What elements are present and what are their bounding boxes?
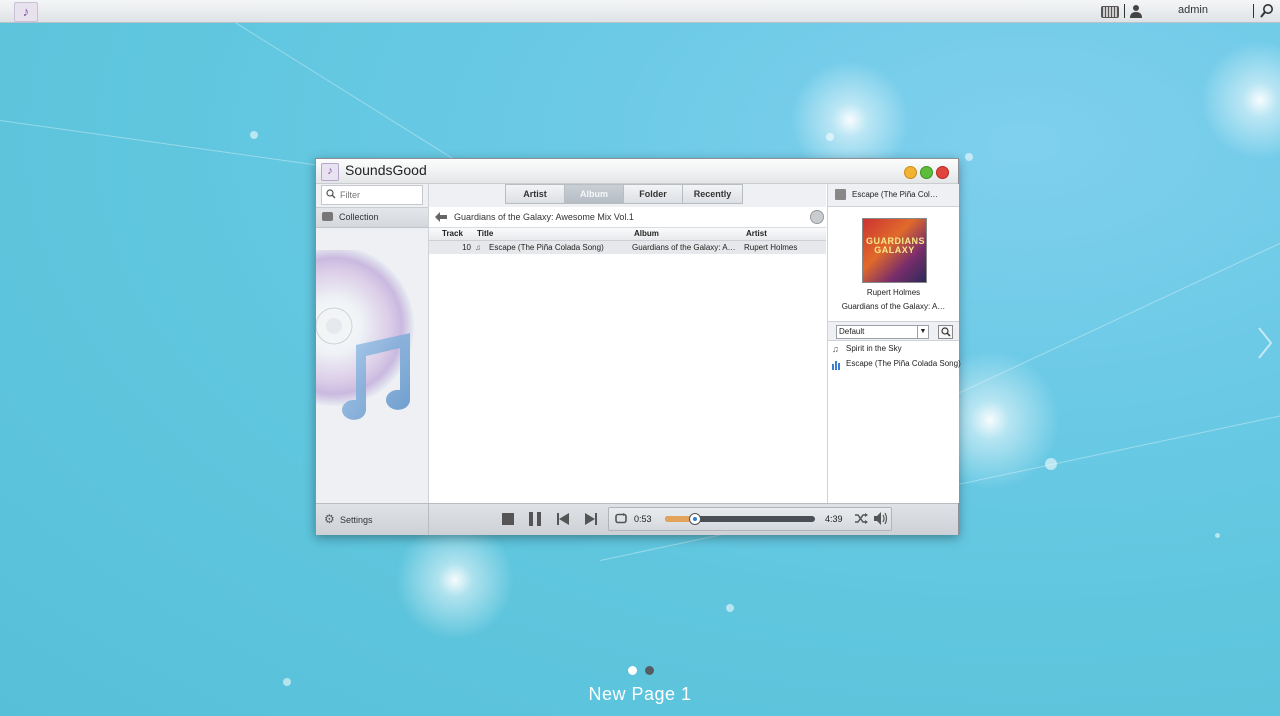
page-dot-1[interactable] [628, 666, 637, 675]
album-cover-text: GUARDIANS GALAXY [866, 236, 926, 255]
next-page-arrow-icon[interactable] [1255, 326, 1273, 360]
playlist-item-title: Escape (The Piña Colada Song) [846, 359, 961, 368]
column-header-track[interactable]: Track [442, 228, 470, 240]
gear-icon: ⚙ [324, 512, 335, 526]
table-row[interactable]: 10 ♫ Escape (The Piña Colada Song) Guard… [429, 241, 826, 254]
now-playing-title: Escape (The Piña Col… [852, 190, 938, 199]
tab-folder[interactable]: Folder [623, 184, 683, 204]
column-header-title[interactable]: Title [477, 228, 627, 240]
settings-label: Settings [340, 515, 373, 525]
next-track-button[interactable] [584, 512, 598, 526]
sidebar-item-label: Collection [339, 212, 379, 222]
music-file-icon [835, 189, 846, 200]
music-note-icon: ♫ [475, 243, 481, 252]
tab-recently[interactable]: Recently [682, 184, 743, 204]
column-header-artist[interactable]: Artist [746, 228, 824, 240]
breadcrumb-album: Guardians of the Galaxy: Awesome Mix Vol… [454, 212, 634, 222]
filter-field[interactable] [321, 185, 423, 205]
music-note-icon: ♫ [832, 344, 839, 354]
track-artist: Rupert Holmes [744, 243, 798, 252]
track-album: Guardians of the Galaxy: Aw… [632, 243, 740, 252]
equalizer-icon [832, 361, 840, 370]
separator [1124, 4, 1125, 18]
track-title: Escape (The Piña Colada Song) [489, 243, 604, 252]
background-dot [250, 131, 258, 139]
separator [1253, 4, 1254, 18]
soundsgood-logo-icon: ♪ [321, 163, 339, 181]
magnifier-icon [941, 327, 951, 337]
chevron-down-icon: ▼ [917, 326, 928, 338]
user-icon[interactable] [1129, 4, 1143, 18]
now-playing-album: Guardians of the Galaxy: A… [841, 302, 946, 311]
playlist-item[interactable]: ♫ Spirit in the Sky [832, 343, 957, 357]
page-label: New Page 1 [588, 684, 692, 704]
total-time: 4:39 [825, 514, 843, 524]
sidebar: Collection [316, 184, 429, 503]
playlist-item[interactable]: Escape (The Piña Colada Song) [832, 358, 961, 372]
desktop-top-bar: ♪ admin [0, 0, 1280, 23]
background-glow [395, 520, 515, 640]
playlist-toolbar: Default ▼ [828, 321, 959, 341]
username-label[interactable]: admin [1178, 4, 1208, 16]
seek-slider[interactable] [665, 513, 815, 525]
breadcrumb: Guardians of the Galaxy: Awesome Mix Vol… [429, 207, 826, 228]
back-arrow-icon[interactable] [435, 212, 447, 222]
pause-button[interactable] [528, 512, 542, 526]
refresh-icon[interactable] [810, 210, 824, 224]
keyboard-icon[interactable] [1101, 6, 1119, 18]
view-tabs: Artist Album Folder Recently [429, 184, 826, 207]
page-dot-2[interactable] [645, 666, 654, 675]
sidebar-item-collection[interactable]: Collection [316, 207, 428, 228]
tab-album[interactable]: Album [564, 184, 624, 204]
stop-button[interactable] [501, 512, 515, 526]
settings-button[interactable]: ⚙ Settings [316, 504, 429, 535]
app-launcher-music-note-icon[interactable]: ♪ [14, 2, 38, 22]
soundsgood-window: ♪ SoundsGood Collection [315, 158, 961, 535]
now-playing-artist: Rupert Holmes [866, 288, 921, 297]
repeat-icon[interactable] [615, 513, 627, 524]
track-number: 10 [462, 243, 471, 252]
background-dot [965, 153, 973, 161]
column-header-album[interactable]: Album [634, 228, 739, 240]
player-bar: ⚙ Settings 0:53 4:39 [316, 503, 958, 535]
previous-track-button[interactable] [556, 512, 570, 526]
table-header: Track Title Album Artist [429, 228, 826, 241]
close-button[interactable] [936, 166, 949, 179]
background-dot [1215, 533, 1220, 538]
now-playing-header: Escape (The Piña Col… [828, 184, 959, 207]
playlist-select[interactable]: Default ▼ [836, 325, 929, 339]
shuffle-icon[interactable] [855, 513, 868, 524]
album-cover: GUARDIANS GALAXY [862, 218, 927, 283]
minimize-button[interactable] [904, 166, 917, 179]
now-playing-panel: Escape (The Piña Col… GUARDIANS GALAXY R… [827, 184, 961, 503]
seek-knob[interactable] [689, 513, 701, 525]
cd-music-art [316, 250, 414, 420]
background-dot [726, 604, 734, 612]
collection-icon [322, 212, 333, 221]
window-title-bar[interactable]: ♪ SoundsGood [316, 159, 958, 184]
background-glow [1200, 40, 1280, 160]
playback-panel: 0:53 4:39 [608, 507, 892, 531]
background-dot [826, 133, 834, 141]
playlist-manage-button[interactable] [938, 325, 953, 339]
elapsed-time: 0:53 [634, 514, 652, 524]
tab-artist[interactable]: Artist [505, 184, 565, 204]
maximize-button[interactable] [920, 166, 933, 179]
search-icon[interactable] [1260, 3, 1274, 19]
volume-icon[interactable] [874, 512, 888, 525]
playlist-selected: Default [839, 327, 865, 336]
search-icon [326, 189, 336, 199]
playlist-item-title: Spirit in the Sky [846, 344, 902, 353]
filter-input[interactable] [340, 188, 418, 202]
window-title: SoundsGood [345, 162, 427, 178]
